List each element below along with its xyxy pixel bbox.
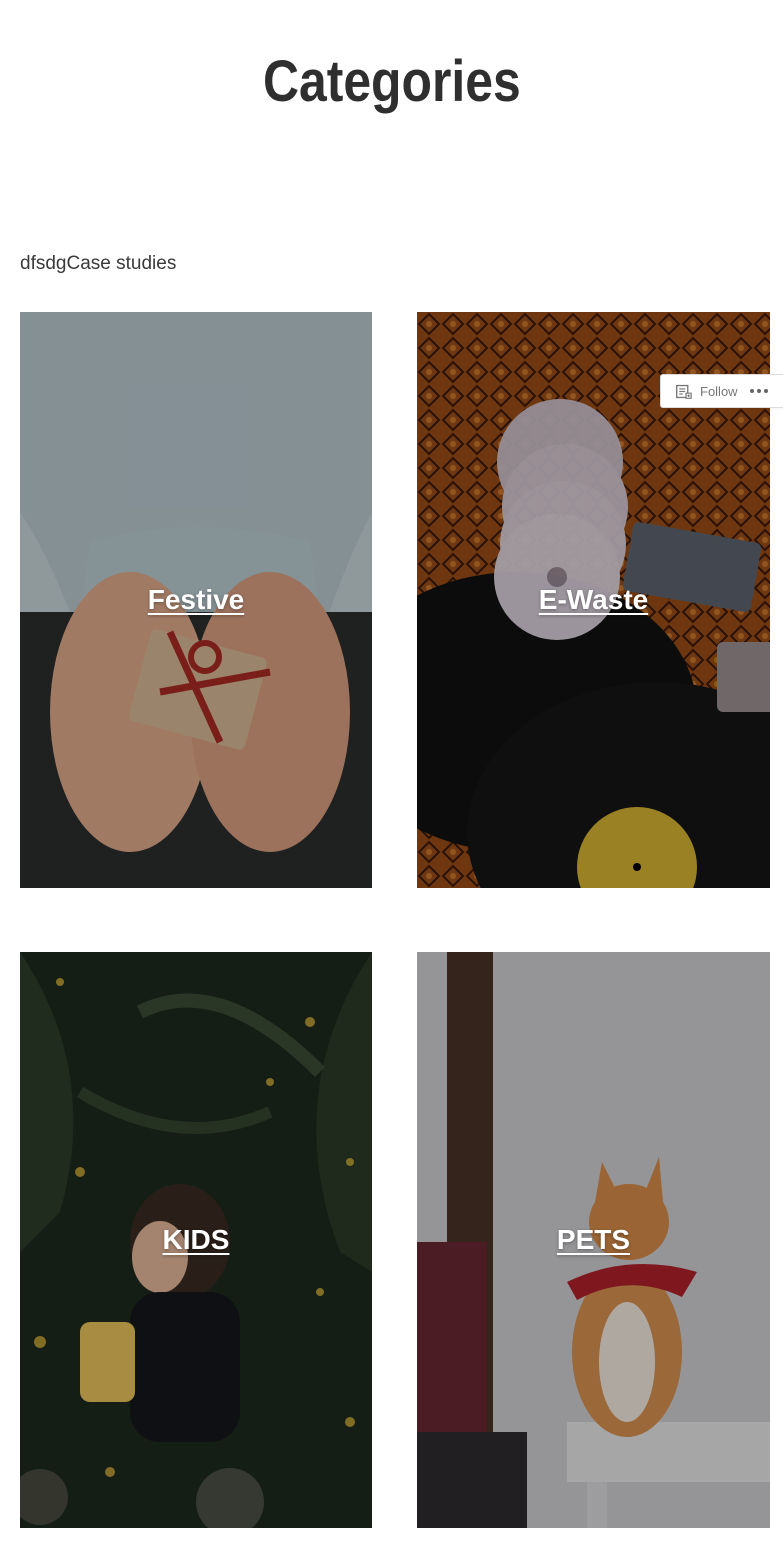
follow-label: Follow: [700, 383, 738, 399]
follow-button[interactable]: Follow: [661, 375, 744, 407]
category-card-pets[interactable]: PETS: [417, 952, 770, 1528]
category-label-festive[interactable]: Festive: [20, 584, 372, 616]
category-card-festive[interactable]: Festive: [20, 312, 372, 888]
category-card-kids[interactable]: KIDS: [20, 952, 372, 1528]
reader-icon: [676, 384, 692, 399]
category-label-ewaste[interactable]: E-Waste: [417, 584, 770, 616]
category-label-pets[interactable]: PETS: [417, 1224, 770, 1256]
category-label-kids[interactable]: KIDS: [20, 1224, 372, 1256]
page-subtitle: dfsdgCase studies: [20, 253, 177, 274]
more-ellipsis-icon[interactable]: [744, 375, 774, 407]
follow-widget: Follow: [660, 374, 783, 408]
page-title: Categories: [262, 49, 521, 114]
